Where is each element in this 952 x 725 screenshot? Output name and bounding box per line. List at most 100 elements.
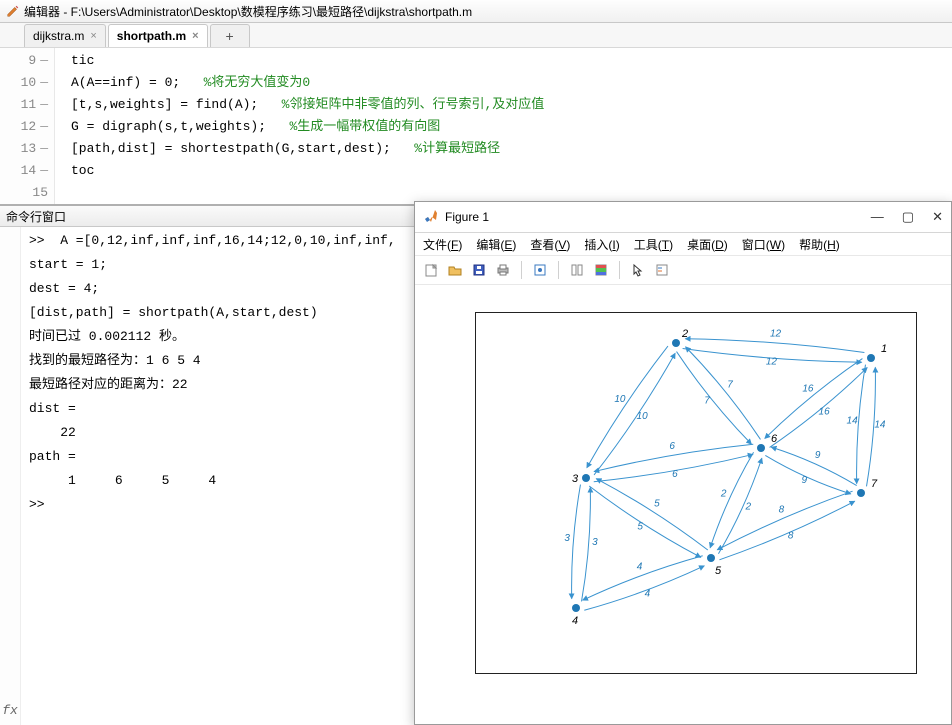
menu-item[interactable]: 插入(I) <box>584 236 619 253</box>
edge-weight: 6 <box>669 441 675 452</box>
save-icon[interactable] <box>469 260 489 280</box>
menu-item[interactable]: 窗口(W) <box>742 236 785 253</box>
edit-plot-icon[interactable] <box>530 260 550 280</box>
graph-edge <box>685 339 864 353</box>
graph-edge <box>717 491 852 550</box>
code-line[interactable]: G = digraph(s,t,weights); %生成一幅带权值的有向图 <box>71 116 952 138</box>
edge-weight: 2 <box>720 488 727 499</box>
tab-shortpath[interactable]: shortpath.m × <box>108 24 208 47</box>
figure-window[interactable]: Figure 1 — ▢ ✕ 文件(F) 编辑(E) 查看(V) 插入(I) 工具(T)… <box>414 201 952 725</box>
pencil-icon <box>6 4 20 18</box>
graph-edge <box>857 365 866 484</box>
command-window-title: 命令行窗口 <box>6 208 66 225</box>
line-number: 10— <box>0 72 54 94</box>
edge-weight: 5 <box>637 521 643 532</box>
new-icon[interactable] <box>421 260 441 280</box>
line-number: 15 <box>0 182 54 204</box>
graph-node[interactable] <box>867 354 875 362</box>
edge-weight: 3 <box>564 533 570 544</box>
plot-axes[interactable]: 121216161414101077335566442288991234567 <box>475 312 917 674</box>
close-icon[interactable]: × <box>90 30 96 42</box>
editor-tab-strip: dijkstra.m × shortpath.m × + <box>0 23 952 48</box>
tab-label: shortpath.m <box>117 29 186 43</box>
node-label: 5 <box>715 565 722 577</box>
pointer-icon[interactable] <box>628 260 648 280</box>
figure-titlebar[interactable]: Figure 1 — ▢ ✕ <box>415 202 951 233</box>
menu-item[interactable]: 查看(V) <box>530 236 570 253</box>
editor-title-text: 编辑器 - F:\Users\Administrator\Desktop\数模程… <box>24 3 472 20</box>
tab-new[interactable]: + <box>210 24 250 47</box>
close-icon[interactable]: × <box>192 30 198 42</box>
figure-title-text: Figure 1 <box>445 210 489 224</box>
graph-edge <box>583 556 703 600</box>
close-button[interactable]: ✕ <box>932 209 943 225</box>
node-label: 2 <box>681 328 688 340</box>
edge-weight: 12 <box>766 356 778 367</box>
menu-item[interactable]: 工具(T) <box>634 236 673 253</box>
edge-weight: 2 <box>745 502 752 513</box>
tab-label: dijkstra.m <box>33 29 84 43</box>
graph-node[interactable] <box>707 554 715 562</box>
code-area[interactable]: ticA(A==inf) = 0; %将无穷大值变为0[t,s,weights]… <box>55 48 952 204</box>
print-icon[interactable] <box>493 260 513 280</box>
line-number: 14— <box>0 160 54 182</box>
graph-node[interactable] <box>857 489 865 497</box>
menu-item[interactable]: 文件(F) <box>423 236 462 253</box>
node-label: 7 <box>871 478 878 490</box>
graph-edge <box>587 346 668 468</box>
figure-menubar[interactable]: 文件(F) 编辑(E) 查看(V) 插入(I) 工具(T) 桌面(D) 窗口(W) 帮助(H) <box>415 233 951 256</box>
graph-edge <box>677 352 752 445</box>
minimize-button[interactable]: — <box>871 209 884 225</box>
edge-weight: 14 <box>847 415 859 426</box>
line-number: 9— <box>0 50 54 72</box>
link-icon[interactable] <box>567 260 587 280</box>
edge-weight: 16 <box>802 384 814 395</box>
edge-weight: 6 <box>672 469 678 480</box>
figure-toolbar[interactable] <box>415 256 951 285</box>
edge-weight: 3 <box>592 537 598 548</box>
code-line[interactable]: A(A==inf) = 0; %将无穷大值变为0 <box>71 72 952 94</box>
code-line[interactable]: [path,dist] = shortestpath(G,start,dest)… <box>71 138 952 160</box>
node-label: 6 <box>771 433 778 445</box>
colorbar-icon[interactable] <box>591 260 611 280</box>
fx-icon[interactable]: fx <box>2 699 18 723</box>
line-number: 13— <box>0 138 54 160</box>
graph-node[interactable] <box>572 604 580 612</box>
edge-weight: 16 <box>819 406 831 417</box>
maximize-button[interactable]: ▢ <box>902 209 914 225</box>
graph-edge <box>582 487 591 601</box>
edge-weight: 4 <box>637 562 643 573</box>
edge-weight: 8 <box>779 504 785 515</box>
edge-weight: 10 <box>614 394 626 405</box>
graph-node[interactable] <box>582 474 590 482</box>
graph-node[interactable] <box>672 339 680 347</box>
code-line[interactable]: tic <box>71 50 952 72</box>
graph-node[interactable] <box>757 444 765 452</box>
node-label: 1 <box>881 343 887 355</box>
editor-pane[interactable]: 9—10—11—12—13—14—15 ticA(A==inf) = 0; %将… <box>0 48 952 206</box>
command-gutter: fx <box>0 227 21 725</box>
matlab-icon <box>423 208 439 227</box>
graph-edge <box>710 452 753 547</box>
line-number: 12— <box>0 116 54 138</box>
edge-weight: 8 <box>788 531 794 542</box>
insert-legend-icon[interactable] <box>652 260 672 280</box>
menu-item[interactable]: 编辑(E) <box>476 236 516 253</box>
open-icon[interactable] <box>445 260 465 280</box>
edge-weight: 9 <box>802 475 808 486</box>
menu-item[interactable]: 帮助(H) <box>799 236 840 253</box>
tab-dijkstra[interactable]: dijkstra.m × <box>24 24 106 47</box>
graph-edge <box>686 347 761 440</box>
line-number: 11— <box>0 94 54 116</box>
graph-edge <box>572 485 581 599</box>
edge-weight: 10 <box>637 411 649 422</box>
graph-edge <box>596 479 708 550</box>
line-gutter: 9—10—11—12—13—14—15 <box>0 48 55 204</box>
menu-item[interactable]: 桌面(D) <box>687 236 728 253</box>
edge-weight: 7 <box>704 396 710 407</box>
code-line[interactable]: toc <box>71 160 952 182</box>
edge-weight: 5 <box>654 499 660 510</box>
edge-weight: 9 <box>815 450 821 461</box>
code-line[interactable]: [t,s,weights] = find(A); %邻接矩阵中非零值的列、行号索… <box>71 94 952 116</box>
editor-titlebar: 编辑器 - F:\Users\Administrator\Desktop\数模程… <box>0 0 952 23</box>
